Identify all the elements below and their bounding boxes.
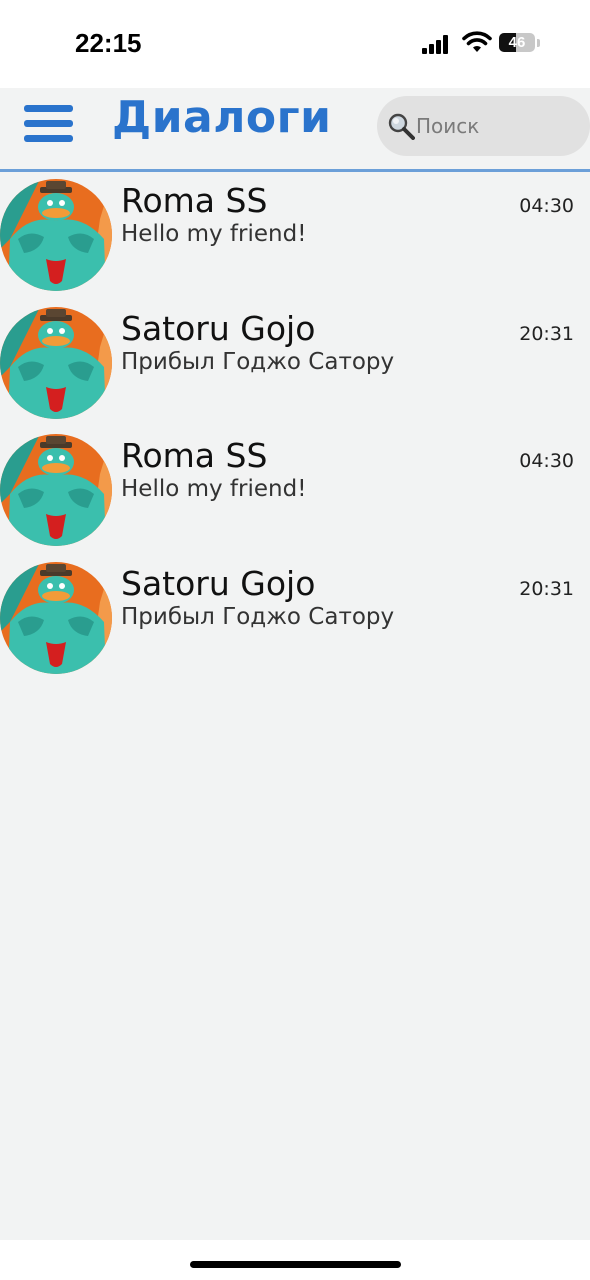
dialog-preview: Прибыл Годжо Сатору <box>121 348 395 375</box>
search-box[interactable] <box>377 96 590 156</box>
avatar[interactable] <box>0 306 112 419</box>
dialog-time: 04:30 <box>519 450 574 472</box>
cellular-signal-icon <box>422 34 452 54</box>
avatar[interactable] <box>0 434 112 546</box>
page-title: Диалоги <box>112 92 332 143</box>
dialog-list: Roma SS 04:30 Hello my friend! Satoru Go <box>0 175 590 685</box>
battery-percent: 46 <box>508 34 526 51</box>
dialog-name: Roma SS <box>121 181 268 220</box>
hamburger-menu-icon[interactable] <box>24 105 74 143</box>
battery-icon: 46 <box>499 33 535 52</box>
dialog-preview: Hello my friend! <box>121 221 307 247</box>
app-header: Диалоги <box>0 88 590 172</box>
dialog-item[interactable]: Roma SS 04:30 Hello my friend! <box>0 430 590 558</box>
dialog-name: Satoru Gojo <box>121 308 316 348</box>
dialog-name: Roma SS <box>121 436 268 475</box>
dialog-time: 20:31 <box>519 577 574 600</box>
search-icon <box>388 113 415 140</box>
avatar[interactable] <box>0 561 112 674</box>
dialog-preview: Hello my friend! <box>121 476 307 502</box>
dialog-item[interactable]: Satoru Gojo 20:31 Прибыл Годжо Сатору <box>0 558 590 686</box>
avatar[interactable] <box>0 179 112 291</box>
dialog-time: 20:31 <box>519 322 574 345</box>
wifi-icon <box>462 31 492 52</box>
dialog-item[interactable]: Satoru Gojo 20:31 Прибыл Годжо Сатору <box>0 303 590 431</box>
dialog-name: Satoru Gojo <box>121 563 316 603</box>
status-bar: 22:15 46 <box>0 0 590 88</box>
status-time: 22:15 <box>75 28 142 58</box>
dialog-time: 04:30 <box>519 195 574 217</box>
dialog-preview: Прибыл Годжо Сатору <box>121 603 395 630</box>
battery-tip <box>537 39 540 47</box>
home-indicator[interactable] <box>190 1261 401 1268</box>
bottom-area <box>0 1240 590 1280</box>
search-input[interactable] <box>416 108 576 144</box>
dialog-item[interactable]: Roma SS 04:30 Hello my friend! <box>0 175 590 303</box>
